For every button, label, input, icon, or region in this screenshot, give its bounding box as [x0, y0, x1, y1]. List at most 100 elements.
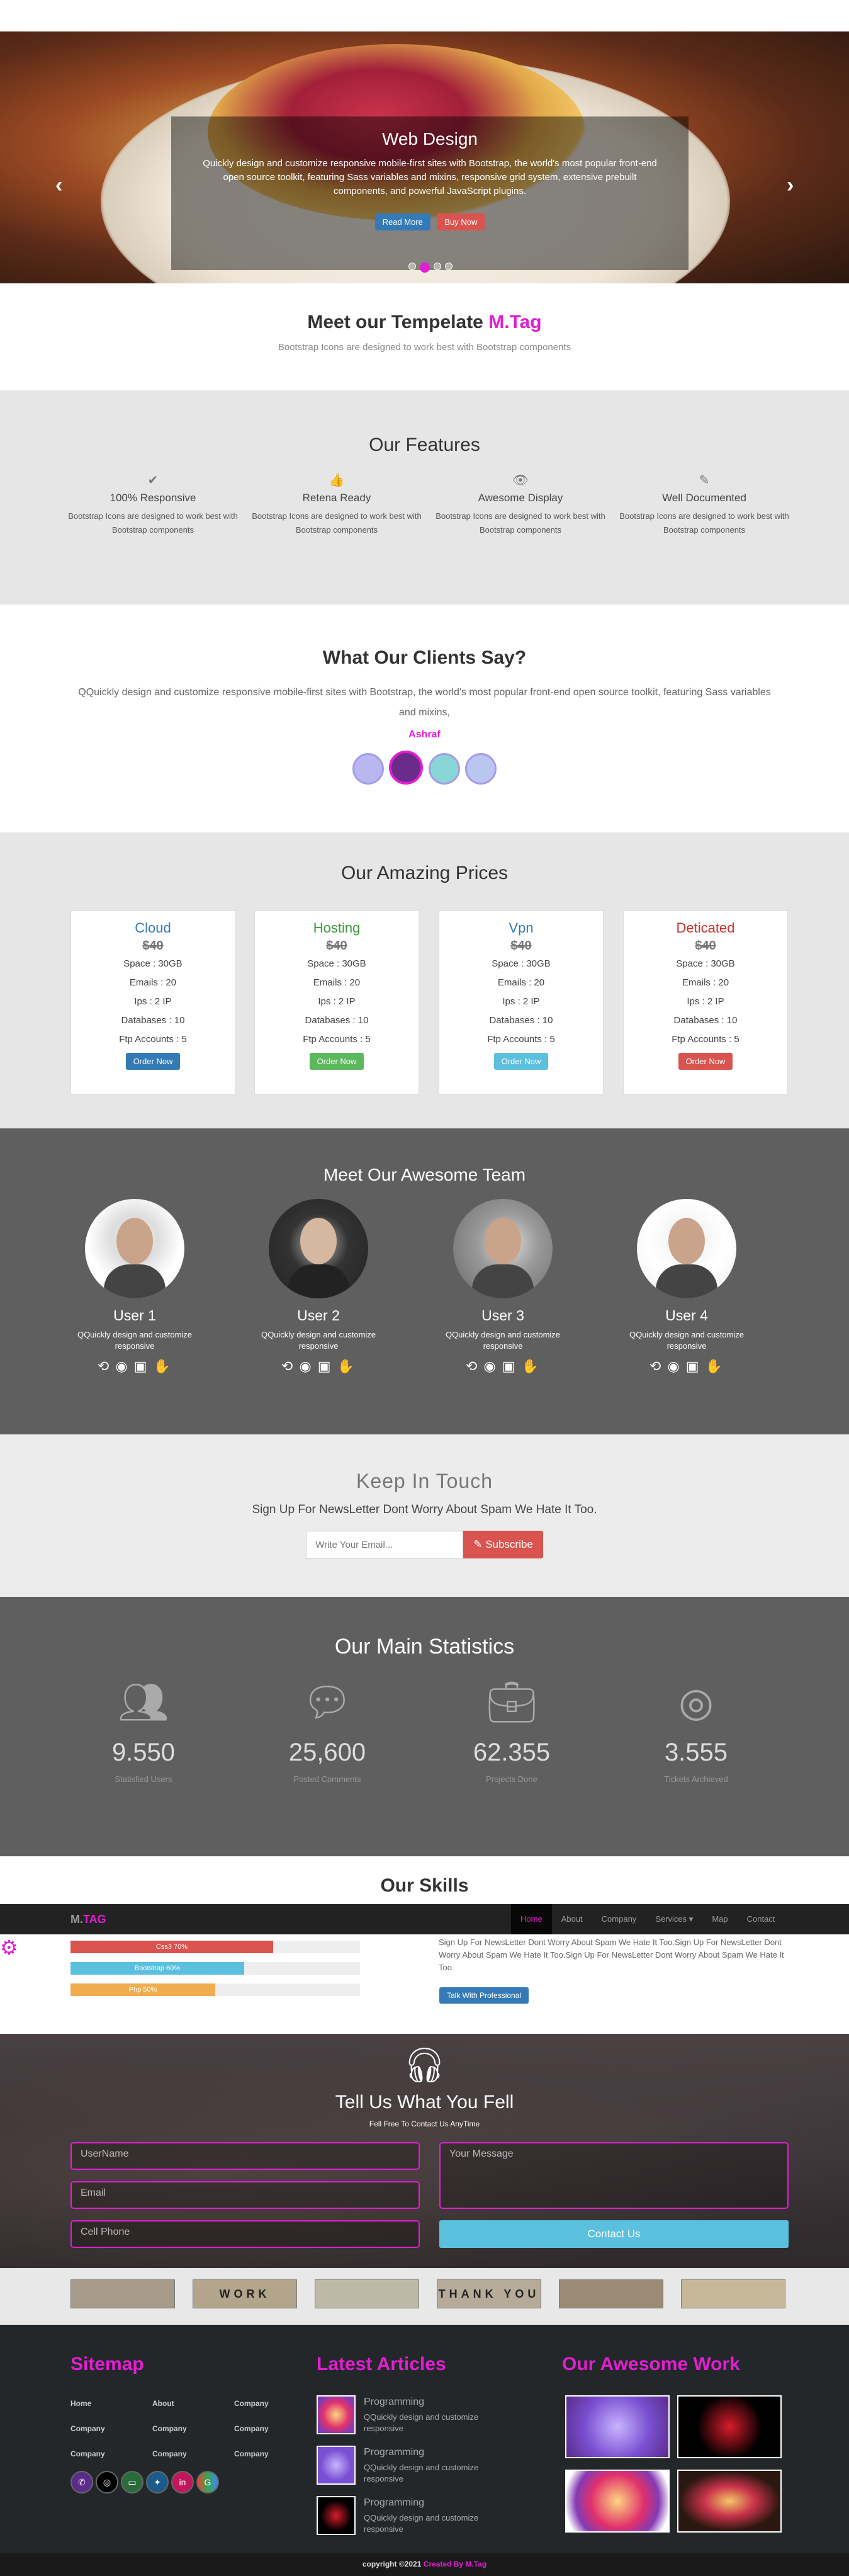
- member-face: [116, 1218, 153, 1264]
- member-name: User 3: [481, 1307, 524, 1324]
- member-name: User 4: [665, 1307, 708, 1324]
- client-avatar[interactable]: [465, 753, 497, 785]
- price-card: Hosting $40 Space : 30GB Emails : 20 Ips : 2…: [254, 911, 419, 1094]
- viber-icon[interactable]: ✆: [70, 2471, 93, 2494]
- carousel-dot[interactable]: [434, 263, 441, 270]
- navbar-brand[interactable]: M.TAG: [70, 1913, 106, 1926]
- edit-icon: ✎: [473, 1538, 483, 1550]
- client-avatars: [0, 751, 849, 788]
- work-image-viber[interactable]: [565, 2395, 670, 2458]
- features-section: Our Features ✔ 100% Responsive Bootstrap I…: [0, 390, 849, 604]
- client-avatar-active[interactable]: [389, 751, 424, 785]
- work-image-food[interactable]: [677, 2470, 782, 2533]
- plan-feature: Emails : 20: [129, 977, 177, 988]
- brand-m: M.: [70, 1913, 83, 1926]
- member-face: [300, 1218, 337, 1264]
- linkedin-icon[interactable]: in: [171, 2471, 194, 2494]
- email-field[interactable]: Email: [70, 2181, 420, 2209]
- stat-number: 62.355: [473, 1739, 551, 1766]
- subscribe-button[interactable]: ✎ Subscribe: [463, 1531, 543, 1558]
- username-field[interactable]: UserName: [70, 2142, 420, 2170]
- skill-bar-fill: Bootstrap 60%: [70, 1962, 244, 1975]
- clients-section: What Our Clients Say? QQuickly design an…: [0, 647, 849, 788]
- nav-item-company[interactable]: Company: [592, 1904, 646, 1934]
- plan-name: Vpn: [509, 920, 534, 936]
- client-avatar[interactable]: [352, 753, 384, 785]
- pencil-icon: ✎: [699, 474, 710, 487]
- gallery-thumb[interactable]: [559, 2279, 663, 2308]
- plan-price: $40: [326, 939, 347, 953]
- sitemap-link[interactable]: Company: [234, 2399, 269, 2408]
- plan-feature: Ftp Accounts : 5: [119, 1034, 187, 1045]
- gallery-thumb[interactable]: [70, 2279, 175, 2308]
- skill-bar-fill: Css3 70%: [70, 1941, 273, 1953]
- credit-link[interactable]: Created By M.Tag: [424, 2560, 486, 2568]
- whatsapp-icon[interactable]: ◎: [96, 2471, 118, 2494]
- read-more-button[interactable]: Read More: [374, 213, 430, 230]
- sitemap-link[interactable]: Company: [234, 2449, 269, 2458]
- carousel-prev-button[interactable]: ‹: [55, 173, 62, 198]
- plan-price: $40: [510, 939, 532, 953]
- nav-item-map[interactable]: Map: [702, 1904, 737, 1934]
- carousel-dot-active[interactable]: [420, 262, 430, 273]
- member-social-icons[interactable]: ⟲ ◉ ▣ ✋: [65, 1358, 204, 1375]
- plan-feature: Databases : 10: [121, 1015, 185, 1026]
- carousel-dot[interactable]: [445, 263, 453, 270]
- order-now-button[interactable]: Order Now: [678, 1053, 733, 1070]
- buy-now-button[interactable]: Buy Now: [437, 213, 485, 230]
- skill-bar: Php 50%: [70, 1983, 360, 1996]
- work-image-whatsapp[interactable]: [677, 2395, 782, 2458]
- plan-feature: Space : 30GB: [123, 958, 183, 969]
- work-image-instagram[interactable]: [565, 2470, 670, 2533]
- order-now-button[interactable]: Order Now: [309, 1053, 364, 1070]
- sitemap-link[interactable]: Company: [152, 2424, 187, 2433]
- stat-item: ◎ 3.555 Tickets Archieved: [614, 1679, 778, 1784]
- member-social-icons[interactable]: ⟲ ◉ ▣ ✋: [249, 1358, 388, 1375]
- carousel-next-button[interactable]: ›: [787, 173, 794, 198]
- meet-title-text: Meet our Tempelate: [307, 312, 489, 332]
- gallery-thumb[interactable]: THANK YOU: [437, 2279, 541, 2308]
- sitemap-link[interactable]: Home: [70, 2399, 91, 2408]
- client-avatar[interactable]: [428, 753, 460, 785]
- order-now-button[interactable]: Order Now: [493, 1053, 549, 1070]
- sitemap-link[interactable]: Company: [152, 2449, 187, 2458]
- gallery-thumb[interactable]: WORK: [193, 2279, 297, 2308]
- twitter-icon[interactable]: ✦: [146, 2471, 169, 2494]
- plan-feature: Ips : 2 IP: [134, 996, 172, 1007]
- order-now-button[interactable]: Order Now: [125, 1053, 181, 1070]
- newsletter-email-input[interactable]: [306, 1531, 464, 1558]
- talk-professional-button[interactable]: Talk With Professional: [439, 1987, 529, 2004]
- member-photo: [269, 1199, 368, 1298]
- message-field[interactable]: Your Message: [439, 2142, 789, 2209]
- sitemap-link[interactable]: Company: [234, 2424, 269, 2433]
- gallery-thumb[interactable]: [315, 2279, 419, 2308]
- stat-item: 💬︎ 25,600 Posted Comments: [245, 1679, 409, 1784]
- thumbs-up-icon: 👍: [329, 474, 345, 487]
- copyright-bar: copyright ©2021 Created By M.Tag: [0, 2553, 849, 2576]
- sitemap-link[interactable]: Company: [70, 2449, 105, 2458]
- meet-subtitle: Bootstrap Icons are designed to work bes…: [278, 342, 571, 353]
- nav-item-contact[interactable]: Contact: [738, 1904, 785, 1934]
- newsletter-section: Keep In Touch Sign Up For NewsLetter Don…: [0, 1434, 849, 1597]
- member-body: [656, 1264, 717, 1298]
- article-title: Programming: [364, 2447, 425, 2458]
- google-icon[interactable]: G: [196, 2471, 219, 2494]
- member-text: QQuickly design and customize responsive: [261, 1330, 376, 1351]
- gear-icon[interactable]: ⚙: [0, 1937, 21, 1958]
- phone-field[interactable]: Cell Phone: [70, 2220, 420, 2248]
- subscribe-label: Subscribe: [485, 1538, 533, 1550]
- nav-item-about[interactable]: About: [552, 1904, 592, 1934]
- line-icon[interactable]: ▭: [121, 2471, 143, 2494]
- carousel-dot[interactable]: [408, 263, 416, 270]
- contact-us-button[interactable]: Contact Us: [439, 2220, 789, 2248]
- sitemap-link[interactable]: About: [152, 2399, 174, 2408]
- member-social-icons[interactable]: ⟲ ◉ ▣ ✋: [434, 1358, 572, 1375]
- carousel-caption: Web Design Quickly design and customize …: [171, 116, 689, 270]
- nav-item-home[interactable]: Home: [511, 1904, 552, 1934]
- sitemap-link[interactable]: Company: [70, 2424, 105, 2433]
- member-name: User 1: [113, 1307, 156, 1324]
- nav-item-services[interactable]: Services ▾: [646, 1904, 702, 1934]
- sitemap-title: Sitemap: [70, 2354, 144, 2375]
- gallery-thumb[interactable]: [681, 2279, 785, 2308]
- member-social-icons[interactable]: ⟲ ◉ ▣ ✋: [617, 1358, 756, 1375]
